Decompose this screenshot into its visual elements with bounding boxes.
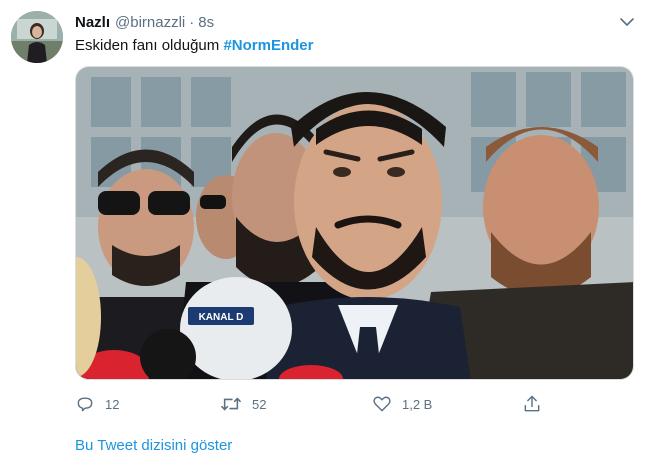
timestamp[interactable]: 8s bbox=[198, 14, 214, 31]
heart-icon bbox=[373, 396, 391, 412]
share-icon bbox=[524, 395, 540, 412]
tweet-photo[interactable]: KANAL D bbox=[75, 66, 634, 380]
retweet-count: 52 bbox=[252, 396, 267, 412]
retweet-button[interactable]: 52 bbox=[220, 392, 266, 416]
tweet-text-body: Eskiden fanı olduğum bbox=[75, 37, 220, 54]
tweet-header: Nazlı @birnazzli · 8s bbox=[75, 12, 214, 32]
reply-icon bbox=[77, 397, 93, 412]
chevron-down-icon[interactable] bbox=[616, 12, 638, 32]
reply-button[interactable]: 12 bbox=[75, 392, 119, 416]
separator-dot: · bbox=[189, 13, 195, 31]
hashtag-link[interactable]: #NormEnder bbox=[223, 37, 313, 54]
like-button[interactable]: 1,2 B bbox=[372, 392, 432, 416]
retweet-icon bbox=[221, 397, 241, 411]
author-name[interactable]: Nazlı bbox=[75, 14, 110, 31]
action-bar: 12 52 1,2 B bbox=[0, 392, 647, 416]
tweet-text: Eskiden fanı olduğum #NormEnder bbox=[75, 36, 313, 56]
like-count: 1,2 B bbox=[402, 396, 433, 412]
mic-logo-text: KANAL D bbox=[199, 312, 244, 323]
author-handle[interactable]: @birnazzli bbox=[115, 14, 185, 31]
tweet-card[interactable]: Nazlı @birnazzli · 8s Eskiden fanı olduğ… bbox=[0, 0, 647, 460]
avatar[interactable] bbox=[11, 11, 63, 63]
show-thread-link[interactable]: Bu Tweet dizisini göster bbox=[75, 437, 232, 454]
share-button[interactable] bbox=[522, 392, 542, 416]
reply-count: 12 bbox=[105, 396, 120, 412]
